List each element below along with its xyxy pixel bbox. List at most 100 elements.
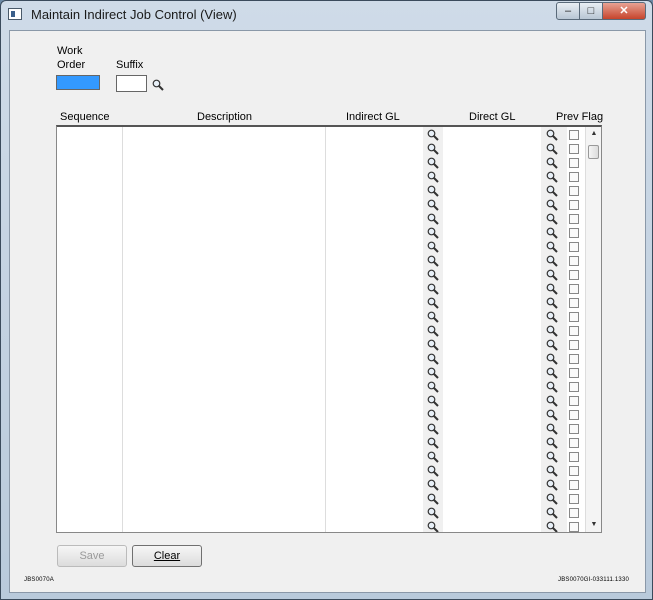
indirect-gl-lookup-icon[interactable] [427,423,439,435]
prev-flag-checkbox[interactable] [569,438,579,448]
indirect-gl-lookup-icon[interactable] [427,171,439,183]
direct-gl-lookup-icon[interactable] [546,507,558,519]
direct-gl-lookup-icon[interactable] [546,339,558,351]
indirect-gl-lookup-icon[interactable] [427,255,439,267]
direct-gl-lookup-icon[interactable] [546,255,558,267]
direct-gl-lookup-icon[interactable] [546,353,558,365]
direct-gl-lookup-icon[interactable] [546,171,558,183]
scroll-thumb[interactable] [588,145,599,159]
indirect-gl-lookup-icon[interactable] [427,465,439,477]
prev-flag-checkbox[interactable] [569,396,579,406]
indirect-gl-lookup-icon[interactable] [427,227,439,239]
prev-flag-checkbox[interactable] [569,382,579,392]
prev-flag-checkbox[interactable] [569,228,579,238]
indirect-gl-lookup-icon[interactable] [427,143,439,155]
direct-gl-lookup-icon[interactable] [546,451,558,463]
scroll-up-arrow-icon[interactable]: ▲ [586,127,601,141]
indirect-gl-lookup-icon[interactable] [427,521,439,533]
prev-flag-checkbox[interactable] [569,340,579,350]
direct-gl-lookup-icon[interactable] [546,227,558,239]
job-control-grid[interactable]: ▲ ▼ [56,125,602,533]
prev-flag-checkbox[interactable] [569,368,579,378]
direct-gl-lookup-icon[interactable] [546,381,558,393]
direct-gl-lookup-icon[interactable] [546,325,558,337]
indirect-gl-lookup-icon[interactable] [427,241,439,253]
work-order-input[interactable] [56,75,100,90]
suffix-lookup-icon[interactable] [152,79,164,91]
col-header-sequence[interactable]: Sequence [60,111,110,123]
indirect-gl-lookup-icon[interactable] [427,395,439,407]
prev-flag-checkbox[interactable] [569,508,579,518]
direct-gl-lookup-icon[interactable] [546,157,558,169]
indirect-gl-lookup-icon[interactable] [427,297,439,309]
col-header-prev-flag[interactable]: Prev Flag [556,111,603,123]
indirect-gl-lookup-icon[interactable] [427,199,439,211]
prev-flag-checkbox[interactable] [569,298,579,308]
indirect-gl-lookup-icon[interactable] [427,367,439,379]
indirect-gl-lookup-icon[interactable] [427,437,439,449]
maximize-button[interactable]: □ [579,2,603,20]
minimize-button[interactable]: ‒ [556,2,580,20]
direct-gl-lookup-icon[interactable] [546,283,558,295]
clear-button[interactable]: Clear [132,545,202,567]
col-header-description[interactable]: Description [197,111,252,123]
title-bar[interactable]: Maintain Indirect Job Control (View) ‒ □… [1,1,652,29]
prev-flag-checkbox[interactable] [569,522,579,532]
prev-flag-checkbox[interactable] [569,494,579,504]
direct-gl-lookup-icon[interactable] [546,465,558,477]
indirect-gl-lookup-icon[interactable] [427,381,439,393]
indirect-gl-lookup-icon[interactable] [427,213,439,225]
direct-gl-lookup-icon[interactable] [546,241,558,253]
direct-gl-lookup-icon[interactable] [546,409,558,421]
prev-flag-checkbox[interactable] [569,424,579,434]
indirect-gl-lookup-icon[interactable] [427,185,439,197]
prev-flag-checkbox[interactable] [569,354,579,364]
prev-flag-checkbox[interactable] [569,186,579,196]
direct-gl-lookup-icon[interactable] [546,185,558,197]
direct-gl-lookup-icon[interactable] [546,479,558,491]
indirect-gl-lookup-icon[interactable] [427,493,439,505]
prev-flag-checkbox[interactable] [569,270,579,280]
scroll-down-arrow-icon[interactable]: ▼ [586,518,601,532]
direct-gl-lookup-icon[interactable] [546,437,558,449]
direct-gl-lookup-icon[interactable] [546,213,558,225]
direct-gl-lookup-icon[interactable] [546,367,558,379]
indirect-gl-lookup-icon[interactable] [427,269,439,281]
indirect-gl-lookup-icon[interactable] [427,157,439,169]
prev-flag-checkbox[interactable] [569,130,579,140]
indirect-gl-lookup-icon[interactable] [427,507,439,519]
direct-gl-lookup-icon[interactable] [546,521,558,533]
indirect-gl-lookup-icon[interactable] [427,325,439,337]
direct-gl-lookup-icon[interactable] [546,493,558,505]
prev-flag-checkbox[interactable] [569,326,579,336]
prev-flag-checkbox[interactable] [569,256,579,266]
indirect-gl-lookup-icon[interactable] [427,479,439,491]
direct-gl-lookup-icon[interactable] [546,423,558,435]
close-button[interactable]: ✕ [602,2,646,20]
direct-gl-lookup-icon[interactable] [546,395,558,407]
direct-gl-lookup-icon[interactable] [546,269,558,281]
prev-flag-checkbox[interactable] [569,214,579,224]
col-header-direct-gl[interactable]: Direct GL [469,111,515,123]
prev-flag-checkbox[interactable] [569,466,579,476]
direct-gl-lookup-icon[interactable] [546,297,558,309]
prev-flag-checkbox[interactable] [569,452,579,462]
prev-flag-checkbox[interactable] [569,242,579,252]
prev-flag-checkbox[interactable] [569,284,579,294]
direct-gl-lookup-icon[interactable] [546,143,558,155]
indirect-gl-lookup-icon[interactable] [427,311,439,323]
indirect-gl-lookup-icon[interactable] [427,451,439,463]
direct-gl-lookup-icon[interactable] [546,311,558,323]
direct-gl-lookup-icon[interactable] [546,129,558,141]
prev-flag-checkbox[interactable] [569,200,579,210]
prev-flag-checkbox[interactable] [569,158,579,168]
save-button[interactable]: Save [57,545,127,567]
col-header-indirect-gl[interactable]: Indirect GL [346,111,400,123]
prev-flag-checkbox[interactable] [569,480,579,490]
prev-flag-checkbox[interactable] [569,144,579,154]
prev-flag-checkbox[interactable] [569,312,579,322]
indirect-gl-lookup-icon[interactable] [427,409,439,421]
grid-vertical-scrollbar[interactable]: ▲ ▼ [585,127,601,532]
prev-flag-checkbox[interactable] [569,410,579,420]
direct-gl-lookup-icon[interactable] [546,199,558,211]
